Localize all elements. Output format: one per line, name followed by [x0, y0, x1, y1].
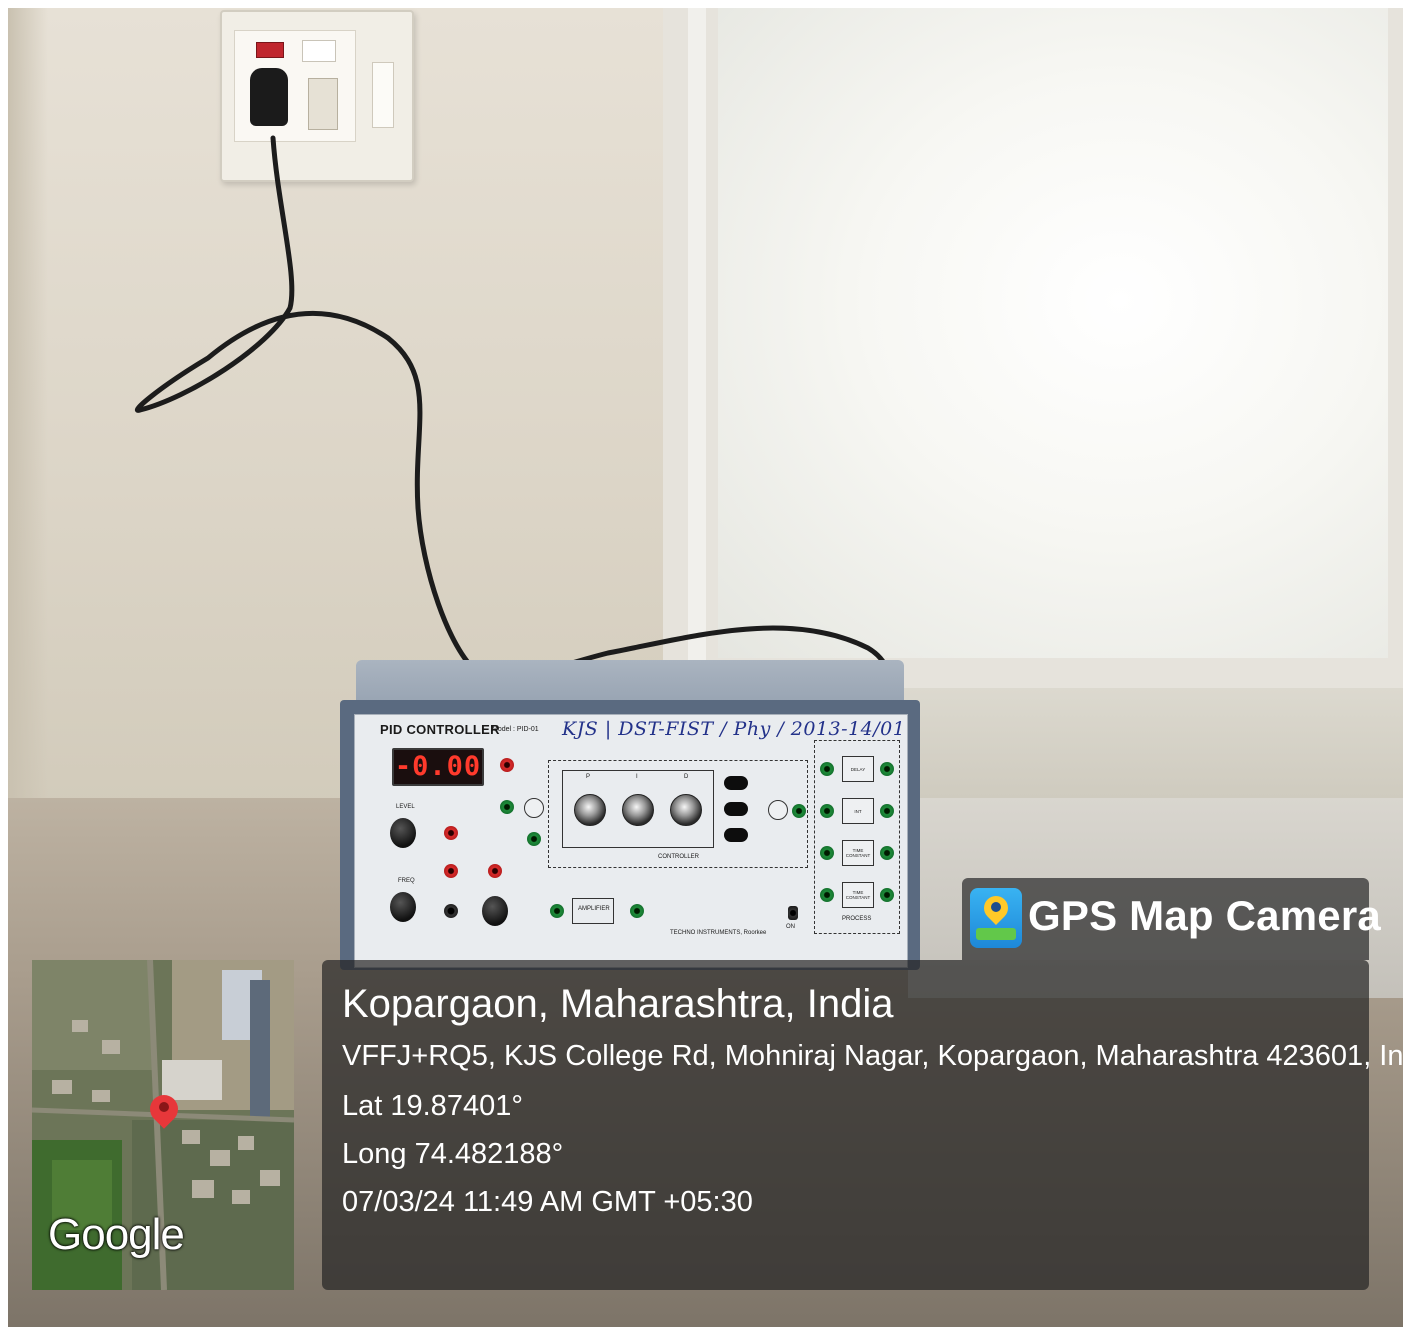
delay-in-jack[interactable]	[820, 762, 834, 776]
led-display: -0.00	[392, 748, 484, 786]
handwritten-label: KJS | DST-FIST / Phy / 2013-14/01	[562, 718, 906, 740]
i-enable-switch[interactable]	[724, 802, 748, 816]
p-gain-knob[interactable]	[574, 794, 606, 826]
tc2-in-jack[interactable]	[820, 888, 834, 902]
freq-label: FREQ	[398, 878, 415, 884]
amplifier-input-jack[interactable]	[550, 904, 564, 918]
p-enable-switch[interactable]	[724, 776, 748, 790]
google-logo: Google	[48, 1210, 185, 1259]
dc-jack[interactable]	[488, 864, 502, 878]
amplifier-label: AMPLIFIER	[578, 906, 610, 912]
power-switch[interactable]	[788, 906, 798, 920]
panel-model: Model : PID-01	[492, 726, 539, 733]
on-label: ON	[786, 924, 795, 930]
longitude: Long 74.482188°	[342, 1138, 564, 1170]
int-out-jack[interactable]	[880, 804, 894, 818]
time-constant-block-1: TIME CONSTANT	[842, 840, 874, 866]
i-gain-knob[interactable]	[622, 794, 654, 826]
controller-label: CONTROLLER	[658, 854, 700, 860]
sine-wave-jack[interactable]	[444, 864, 458, 878]
d-enable-switch[interactable]	[724, 828, 748, 842]
level-label: LEVEL	[396, 804, 415, 810]
controller-sum	[768, 800, 788, 820]
ground-jack[interactable]	[444, 904, 458, 918]
gps-camera-app-icon	[970, 888, 1022, 948]
brand-label: GPS Map Camera	[1028, 892, 1381, 939]
int-in-jack[interactable]	[820, 804, 834, 818]
input-jack[interactable]	[500, 800, 514, 814]
tc1-in-jack[interactable]	[820, 846, 834, 860]
summing-junction	[524, 798, 544, 818]
maker-label: TECHNO INSTRUMENTS, Roorkee	[670, 930, 767, 936]
display-jack[interactable]	[500, 758, 514, 772]
time-constant-block-2: TIME CONSTANT	[842, 882, 874, 908]
int-block: INT	[842, 798, 874, 824]
map-base	[976, 928, 1016, 940]
process-label: PROCESS	[842, 916, 872, 922]
delay-block: DELAY	[842, 756, 874, 782]
p-label: P	[586, 774, 591, 780]
timestamp: 07/03/24 11:49 AM GMT +05:30	[342, 1186, 753, 1218]
panel-title: PID CONTROLLER	[380, 722, 500, 737]
level-knob[interactable]	[390, 818, 416, 848]
pin-dot	[991, 902, 1001, 912]
latitude: Lat 19.87401°	[342, 1090, 523, 1122]
map-pin-center	[159, 1102, 169, 1112]
amplifier-output-jack[interactable]	[630, 904, 644, 918]
location-address: VFFJ+RQ5, KJS College Rd, Mohniraj Nagar…	[342, 1040, 1403, 1072]
d-gain-knob[interactable]	[670, 794, 702, 826]
pid-controller-unit: PID CONTROLLER Model : PID-01 KJS | DST-…	[340, 660, 920, 970]
i-label: I	[636, 774, 638, 780]
controller-output-jack[interactable]	[792, 804, 806, 818]
feedback-jack[interactable]	[527, 832, 541, 846]
location-title: Kopargaon, Maharashtra, India	[342, 982, 894, 1026]
square-wave-jack[interactable]	[444, 826, 458, 840]
dc-knob[interactable]	[482, 896, 508, 926]
freq-knob[interactable]	[390, 892, 416, 922]
tc2-out-jack[interactable]	[880, 888, 894, 902]
d-label: D	[684, 774, 689, 780]
delay-out-jack[interactable]	[880, 762, 894, 776]
tc1-out-jack[interactable]	[880, 846, 894, 860]
